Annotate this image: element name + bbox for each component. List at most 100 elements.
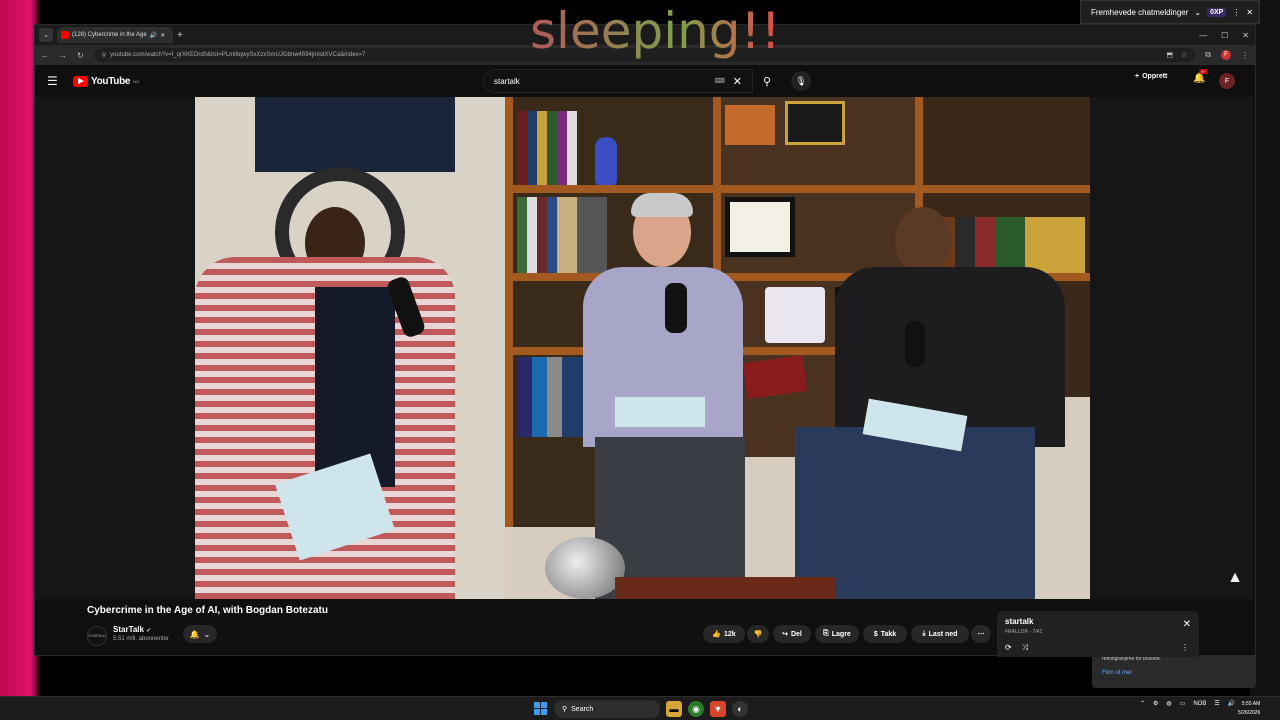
framed-seal <box>765 287 825 343</box>
settings-tray-icon[interactable]: ⚙ <box>1153 700 1158 707</box>
youtube-favicon-icon <box>61 31 69 39</box>
books-row <box>935 217 1085 273</box>
create-label: Opprett <box>1142 73 1168 80</box>
screen: sleeping!! Fremhevede chatmeldinger ⌄ 0X… <box>0 0 1280 720</box>
dislike-button[interactable]: 👎 <box>747 625 769 643</box>
framed-certificate <box>725 197 795 257</box>
xp-badge: 0XP <box>1207 7 1227 17</box>
thanks-button[interactable]: $ Takk <box>863 625 907 643</box>
save-button[interactable]: ⎘ Lagre <box>815 625 859 643</box>
microphone <box>905 321 925 367</box>
more-icon[interactable]: ⋮ <box>1181 643 1189 652</box>
site-info-icon[interactable]: ⚲ <box>102 52 106 59</box>
mic-icon: 🎙 <box>795 75 807 86</box>
startalk-watermark-icon: ▲ <box>1227 569 1243 586</box>
browser-menu-icon[interactable]: ⋮ <box>1241 51 1249 60</box>
shuffle-icon[interactable]: ⤨ <box>1022 643 1028 653</box>
create-button[interactable]: + Opprett <box>1135 73 1167 80</box>
like-button[interactable]: 👍 12k <box>703 625 745 643</box>
account-avatar[interactable]: F <box>1219 73 1235 89</box>
install-icon[interactable]: ⬒ <box>1166 51 1173 59</box>
wifi-icon[interactable]: ☰ <box>1214 700 1219 707</box>
channel-name[interactable]: StarTalk ✔ <box>113 625 151 634</box>
thanks-icon: $ <box>873 630 878 638</box>
network-tray-icon[interactable]: ◍ <box>1166 700 1171 707</box>
search-button[interactable]: ⚲ <box>753 69 781 93</box>
youtube-play-icon <box>73 75 88 87</box>
bookmark-star-icon[interactable]: ☆ <box>1181 51 1187 59</box>
speaker-icon[interactable]: 🔊 <box>150 32 157 39</box>
app-icon[interactable]: ◐ <box>732 701 748 717</box>
video-player[interactable]: ▲ <box>35 97 1253 599</box>
matryoshka-doll <box>595 137 617 185</box>
close-icon[interactable]: ✕ <box>1246 8 1253 17</box>
search-icon: ⚲ <box>562 706 568 713</box>
clock-date: 5/26/2026 <box>1238 710 1261 716</box>
new-tab-button[interactable]: + <box>177 30 183 41</box>
download-button[interactable]: ⤓ Last ned <box>911 625 969 643</box>
overlay-text: sleeping!! <box>530 2 781 60</box>
bookmark-icon: ⎘ <box>823 630 829 637</box>
more-actions-button[interactable]: ⋯ <box>971 625 991 643</box>
extensions-icon[interactable]: ⧉ <box>1205 50 1211 60</box>
keyboard-icon[interactable]: ⌨ <box>715 77 725 85</box>
tab-youtube[interactable]: (128) Cybercrime in the Age 🔊 ✕ <box>57 27 173 43</box>
bell-icon: 🔔 <box>1193 73 1206 84</box>
window-close-icon[interactable]: ✕ <box>1242 31 1249 40</box>
search-input[interactable]: startalk ⌨ ✕ <box>483 69 753 93</box>
microphone <box>665 283 687 333</box>
tab-close-icon[interactable]: ✕ <box>160 32 165 39</box>
file-explorer-icon[interactable]: ▬ <box>666 701 682 717</box>
minimize-icon[interactable]: — <box>1199 31 1207 40</box>
share-label: Del <box>790 630 802 638</box>
bell-icon: 🔔 <box>189 629 200 639</box>
notification-link[interactable]: Finn ut mer <box>1102 670 1246 676</box>
hamburger-menu-icon[interactable]: ☰ <box>47 74 61 88</box>
crystal-ball <box>545 537 625 599</box>
drive-tray-icon[interactable]: ▭ <box>1180 700 1186 707</box>
host-left-undershirt <box>315 287 395 487</box>
search-icon: ⚲ <box>762 75 772 88</box>
profile-icon[interactable]: F <box>1221 50 1231 60</box>
more-icon: ⋯ <box>977 631 985 638</box>
chat-highlights-panel[interactable]: Fremhevede chatmeldinger ⌄ 0XP ⋮ ✕ <box>1080 0 1260 24</box>
youtube-logo-text: YouTube <box>91 75 131 87</box>
chevron-down-icon[interactable]: ⌄ <box>1194 8 1201 17</box>
volume-icon[interactable]: 🔊 <box>1228 700 1235 707</box>
clock[interactable]: 5:55 AM 5/26/2026 <box>1238 700 1260 718</box>
brave-icon[interactable]: ▼ <box>710 701 726 717</box>
thanks-label: Takk <box>880 630 897 638</box>
youtube-logo[interactable]: YouTube NO <box>73 75 139 87</box>
chat-highlights-label: Fremhevede chatmeldinger <box>1091 7 1189 17</box>
maximize-icon[interactable]: ☐ <box>1221 31 1228 40</box>
chrome-icon[interactable]: ◉ <box>688 701 704 717</box>
clear-search-icon[interactable]: ✕ <box>733 75 742 88</box>
clock-time: 5:55 AM <box>1241 701 1261 707</box>
loop-icon[interactable]: ⟳ <box>1005 643 1012 653</box>
taskbar: ⚲ Search ▬ ◉ ▼ ◐ ⌃ ⚙ ◍ ▭ NOB ☰ 🔊 5:55 AM… <box>0 696 1280 720</box>
channel-avatar[interactable]: STARTALK <box>87 626 107 646</box>
books-row <box>517 197 607 273</box>
language-indicator[interactable]: NOB <box>1193 701 1206 707</box>
taskbar-search[interactable]: ⚲ Search <box>554 700 660 718</box>
thumbs-up-icon: 👍 <box>712 631 722 638</box>
more-icon[interactable]: ⋮ <box>1232 8 1240 17</box>
notifications-button[interactable]: 🔔 9+ <box>1193 69 1208 84</box>
tab-list-button[interactable]: ⌄ <box>39 28 53 42</box>
thumbs-down-icon: 👎 <box>753 631 763 638</box>
forward-icon[interactable]: → <box>59 51 67 60</box>
windows-start-icon[interactable] <box>534 702 547 715</box>
subscriber-count: 5,51 mill. abonnenter <box>113 636 170 642</box>
share-button[interactable]: ↪ Del <box>773 625 811 643</box>
verified-icon: ✔ <box>146 628 152 634</box>
video-frame[interactable] <box>195 97 1090 599</box>
reload-icon[interactable]: ↻ <box>77 51 84 60</box>
back-icon[interactable]: ← <box>41 51 49 60</box>
playlist-title: startalk <box>1005 617 1034 626</box>
subscription-bell-button[interactable]: 🔔 ⌄ <box>183 625 217 643</box>
playlist-panel[interactable]: startalk FRALLOR - 7/41 ✕ ⟳ ⤨ ⋮ <box>997 611 1199 657</box>
close-icon[interactable]: ✕ <box>1183 619 1191 630</box>
voice-search-button[interactable]: 🎙 <box>791 71 811 91</box>
framed-magazine <box>785 101 845 145</box>
chevron-up-icon[interactable]: ⌃ <box>1140 700 1145 707</box>
